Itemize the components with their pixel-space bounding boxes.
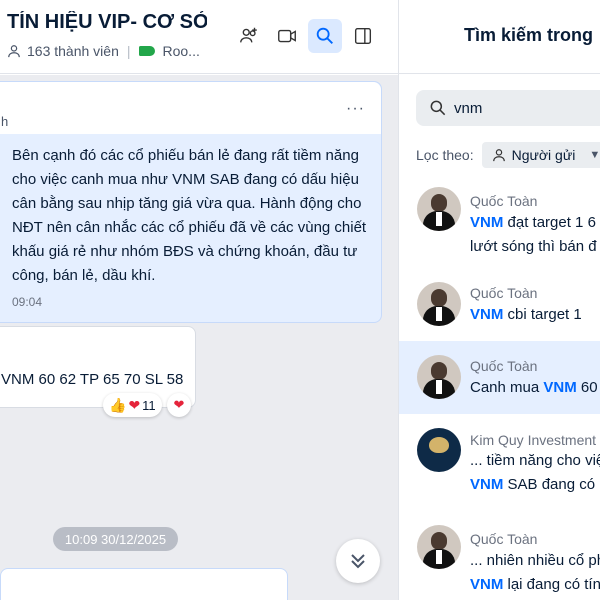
heart-icon: ❤ [173,397,185,412]
member-count[interactable]: 163 thành viên [27,43,119,59]
search-panel-header: Tìm kiếm trong [399,0,600,74]
result-snippet: ... nhiên nhiều cổ ph [470,552,600,569]
message-text: Bên cạnh đó các cổ phiếu bán lẻ đang rất… [12,147,367,284]
video-camera-icon [278,29,296,43]
avatar [417,282,461,326]
message-bubble[interactable]: VNM 60 62 TP 65 70 SL 58 [0,326,196,408]
search-result-item[interactable]: Kim Quy Investment ... tiềm năng cho việ V… [399,414,600,493]
search-icon [430,100,446,116]
turtle-logo-icon [429,437,449,453]
heart-icon: ❤ [128,396,141,413]
search-box[interactable] [416,90,600,126]
tag-icon [138,46,155,56]
message-time: 09:04 [12,295,43,309]
result-snippet: Canh mua VNM 60 [470,379,598,396]
message-header: h ··· [0,82,381,134]
message-bubble[interactable] [0,568,288,600]
result-sender-name: Quốc Toàn [470,193,538,209]
group-title[interactable]: TÍN HIỆU VIP- CƠ SỞ - ... [7,11,207,34]
sender-name: h [1,114,9,129]
avatar [417,428,461,472]
chevron-down-icon: ▼ [589,149,600,161]
filter-row: Lọc theo: Người gửi ▼ [416,142,600,168]
result-snippet: lướt sóng thì bán đ [470,238,597,255]
search-button[interactable] [308,19,342,53]
chat-pane: TÍN HIỆU VIP- CƠ SỞ - ... 163 thành viên… [0,0,398,600]
result-sender-name: Kim Quy Investment [470,432,597,448]
thumbs-up-icon: 👍 [109,396,127,413]
group-meta: 163 thành viên | Roo... [7,43,200,59]
result-snippet: VNM lại đang có tín [470,576,600,593]
search-result-item[interactable]: Quốc Toàn VNM cbi target 1 [399,268,600,341]
search-input[interactable] [454,99,594,117]
filter-value: Người gửi [511,147,576,163]
react-heart-button[interactable]: ❤ [167,393,191,417]
person-icon [8,45,20,58]
search-result-item[interactable]: Quốc Toàn VNM đạt target 1 6 lướt sóng thì… [399,176,600,255]
tag-label[interactable]: Roo... [163,43,200,59]
message-text: VNM 60 62 TP 65 70 SL 58 [1,371,184,388]
result-snippet: VNM đạt target 1 6 [470,214,596,231]
message-bubble[interactable]: h ··· Bên cạnh đó các cổ phiếu bán lẻ đa… [0,81,382,323]
search-highlight: VNM [470,576,504,593]
separator: | [126,43,131,59]
person-icon [492,149,505,162]
result-snippet: VNM SAB đang có [470,476,596,493]
search-highlight: VNM [543,379,577,396]
sender-filter-dropdown[interactable]: Người gửi ▼ [481,142,600,168]
chat-header: TÍN HIỆU VIP- CƠ SỞ - ... 163 thành viên… [0,0,398,74]
avatar [417,525,461,569]
search-panel-title: Tìm kiếm trong [464,25,594,45]
search-panel: Tìm kiếm trong Lọc theo: Người gửi ▼ Quố… [399,0,600,600]
filter-label: Lọc theo: [416,147,474,163]
sidebar-layout-icon [354,27,372,45]
result-sender-name: Quốc Toàn [470,358,538,374]
chat-body: h ··· Bên cạnh đó các cổ phiếu bán lẻ đa… [0,75,398,600]
result-snippet: ... tiềm năng cho việ [470,452,600,469]
result-sender-name: Quốc Toàn [470,531,538,547]
video-call-button[interactable] [270,19,304,53]
add-group-icon [240,27,257,43]
result-sender-name: Quốc Toàn [470,285,538,301]
search-highlight: VNM [470,214,504,231]
reaction-summary[interactable]: 👍 ❤ 11 [103,393,162,417]
search-highlight: VNM [470,476,504,493]
search-result-item[interactable]: Quốc Toàn Canh mua VNM 60 [399,341,600,414]
toggle-sidebar-button[interactable] [346,19,380,53]
scroll-to-bottom-button[interactable] [336,539,380,583]
reaction-count: 11 [142,397,156,413]
add-member-button[interactable] [232,19,266,53]
date-divider: 10:09 30/12/2025 [53,527,178,551]
double-chevron-down-icon [351,554,365,569]
avatar [417,355,461,399]
result-snippet: VNM cbi target 1 [470,306,582,323]
search-result-item[interactable]: Quốc Toàn ... nhiên nhiều cổ ph VNM lại đa… [399,514,600,593]
avatar [417,187,461,231]
more-options-icon[interactable]: ··· [346,100,365,118]
search-icon [316,27,333,44]
header-actions [232,19,384,53]
search-highlight: VNM [470,306,504,323]
